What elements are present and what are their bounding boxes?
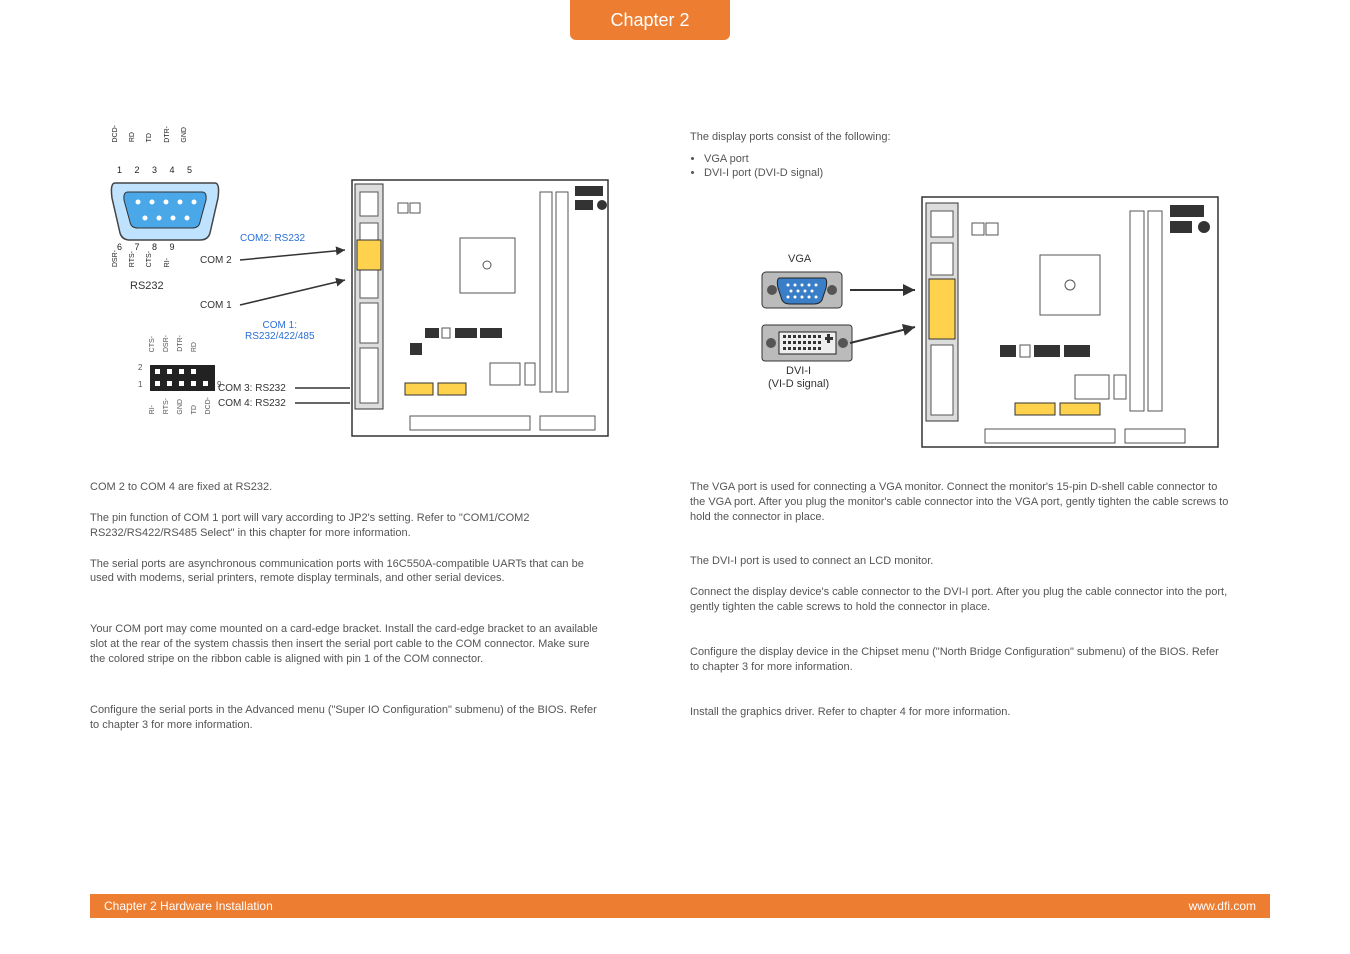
page: Chapter 2 DCD- RD TD DTR- GND 1 2 3 4 5 (0, 0, 1350, 954)
right-p2: The DVI-I port is used to connect an LCD… (690, 554, 1230, 569)
right-intro: The display ports consist of the followi… (690, 130, 1230, 145)
left-p2: The pin function of COM 1 port will vary… (90, 511, 605, 541)
left-p3: The serial ports are asynchronous commun… (90, 557, 605, 587)
footer-right: www.dfi.com (1189, 899, 1256, 913)
list-item-dvi: DVI-I port (DVI-D signal) (704, 167, 1230, 179)
footer-left: Chapter 2 Hardware Installation (104, 899, 273, 913)
left-diagram: DCD- RD TD DTR- GND 1 2 3 4 5 (90, 120, 605, 450)
motherboard-icon (350, 178, 600, 438)
right-p5: Install the graphics driver. Refer to ch… (690, 705, 1230, 720)
right-p1: The VGA port is used for connecting a VG… (690, 480, 1230, 525)
chapter-tab: Chapter 2 (570, 0, 730, 40)
left-p4: Your COM port may come mounted on a card… (90, 622, 605, 667)
right-p3: Connect the display device's cable conne… (690, 585, 1230, 615)
right-diagram: VGA (690, 195, 1210, 450)
right-column: The display ports consist of the followi… (690, 130, 1230, 735)
right-p4: Configure the display device in the Chip… (690, 645, 1230, 675)
chapter-tab-text: Chapter 2 (610, 10, 689, 31)
list-item-vga: VGA port (704, 153, 1230, 165)
left-column: DCD- RD TD DTR- GND 1 2 3 4 5 (90, 120, 605, 748)
display-ports-list: VGA port DVI-I port (DVI-D signal) (690, 153, 1230, 179)
left-p1: COM 2 to COM 4 are fixed at RS232. (90, 480, 605, 495)
diagram-arrows (90, 120, 350, 440)
footer-bar: Chapter 2 Hardware Installation www.dfi.… (90, 894, 1270, 918)
left-p5: Configure the serial ports in the Advanc… (90, 703, 605, 733)
motherboard-icon-right (920, 195, 1220, 455)
